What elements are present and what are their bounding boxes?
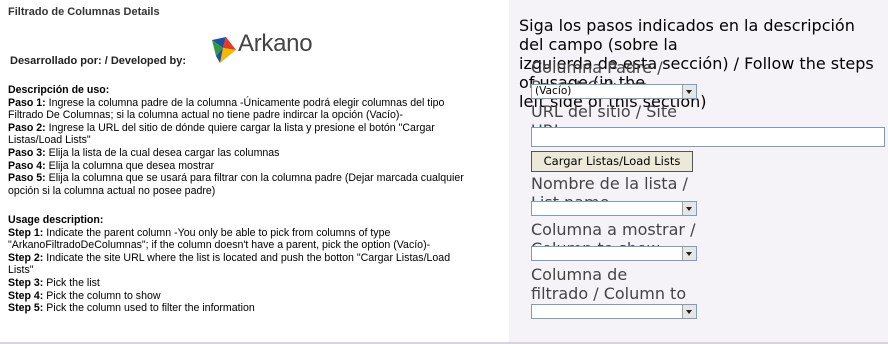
parent-column-select[interactable]: (Vacío) [531, 84, 697, 99]
load-lists-button[interactable]: Cargar Listas/Load Lists [531, 151, 693, 172]
arkano-logo-icon [212, 37, 236, 63]
step-en-2: Step 2: Indicate the site URL where the … [8, 251, 451, 277]
spanish-heading: Descripción de uso: [8, 84, 110, 96]
step-es-4: Paso 4: Elija la columna que desea mostr… [8, 159, 215, 172]
step-es-5: Paso 5: Elija la columna que se usará pa… [8, 172, 464, 197]
english-description: Usage description: Step 1: Indicate the … [8, 214, 498, 315]
description-panel: Filtrado de Columnas Details Desarrollad… [0, 0, 509, 342]
step-es-1: Paso 1: Ingrese la columna padre de la c… [8, 96, 445, 122]
site-url-input[interactable] [531, 127, 885, 147]
column-to-show-select[interactable] [531, 246, 697, 261]
step-en-3: Step 3: Pick the list [8, 276, 100, 289]
english-heading: Usage description: [8, 214, 104, 226]
page-title: Filtrado de Columnas Details [8, 6, 160, 18]
step-en-1: Step 1: Indicate the parent column -You … [8, 226, 431, 252]
list-name-select[interactable] [531, 201, 697, 216]
step-en-4: Step 4: Pick the column to show [8, 289, 161, 302]
step-en-5: Step 5: Pick the column used to filter t… [8, 302, 255, 315]
filter-column-select[interactable] [531, 304, 697, 319]
developed-by-label: Desarrollado por: / Developed by: [10, 55, 187, 67]
step-es-3: Paso 3: Elija la lista de la cual desea … [8, 146, 280, 159]
chevron-down-icon[interactable] [682, 305, 696, 318]
chevron-down-icon[interactable] [682, 202, 696, 215]
logo-text: Arkano [238, 30, 313, 57]
step-es-2: Paso 2: Ingrese la URL del sitio de dónd… [8, 121, 435, 147]
chevron-down-icon[interactable] [682, 247, 696, 260]
spanish-description: Descripción de uso: Paso 1: Ingrese la c… [8, 84, 498, 197]
chevron-down-icon[interactable] [682, 85, 696, 98]
arkano-logo: Arkano [210, 30, 322, 66]
